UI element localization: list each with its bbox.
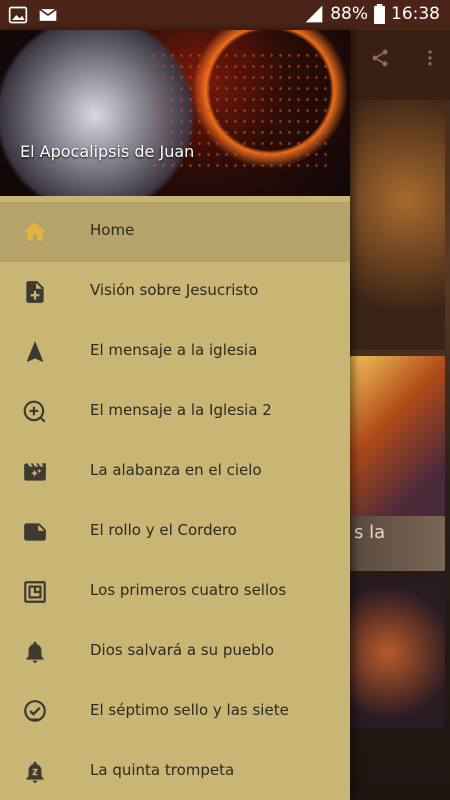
account-box-icon bbox=[24, 581, 46, 603]
menu-item-label: El rollo y el Cordero bbox=[90, 521, 237, 539]
menu-item-dios-salvara[interactable]: Dios salvará a su pueblo bbox=[0, 622, 350, 682]
menu-item-mensaje-iglesia[interactable]: El mensaje a la iglesia bbox=[0, 322, 350, 382]
share-icon[interactable] bbox=[370, 48, 390, 68]
battery-icon bbox=[374, 4, 385, 24]
snooze-bell-icon bbox=[26, 761, 44, 783]
home-icon bbox=[24, 222, 46, 241]
movie-filter-icon bbox=[24, 463, 46, 481]
menu-item-alabanza-cielo[interactable]: La alabanza en el cielo bbox=[0, 442, 350, 502]
bell-icon bbox=[26, 641, 44, 663]
menu-item-label: Visión sobre Jesucristo bbox=[90, 281, 259, 299]
navigation-arrow-icon bbox=[26, 341, 44, 362]
menu-item-vision-jesucristo[interactable]: Visión sobre Jesucristo bbox=[0, 262, 350, 322]
menu-item-rollo-cordero[interactable]: El rollo y el Cordero bbox=[0, 502, 350, 562]
drawer-header: El Apocalipsis de Juan bbox=[0, 30, 350, 196]
menu-item-label: El mensaje a la iglesia bbox=[90, 341, 258, 359]
menu-item-label: Los primeros cuatro sellos bbox=[90, 581, 287, 599]
more-vert-icon[interactable] bbox=[420, 48, 440, 68]
menu-item-label: Dios salvará a su pueblo bbox=[90, 641, 275, 659]
navigation-drawer: El Apocalipsis de Juan Home Visión sobre… bbox=[0, 30, 350, 800]
menu-item-septimo-sello[interactable]: El séptimo sello y las siete bbox=[0, 682, 350, 742]
bg-card-image[interactable] bbox=[350, 100, 445, 350]
battery-percent: 88% bbox=[330, 4, 368, 24]
status-bar: 88% 16:38 bbox=[0, 0, 450, 30]
toolbar-actions bbox=[370, 48, 440, 68]
image-notification-icon bbox=[8, 6, 28, 24]
note-add-icon bbox=[26, 281, 44, 303]
bg-card-image[interactable] bbox=[350, 578, 445, 728]
bg-card-image[interactable] bbox=[350, 356, 445, 516]
note-icon bbox=[24, 523, 46, 541]
check-circle-icon bbox=[24, 700, 46, 722]
menu-item-label: La alabanza en el cielo bbox=[90, 461, 262, 479]
menu-item-home[interactable]: Home bbox=[0, 202, 350, 262]
clock: 16:38 bbox=[391, 4, 440, 24]
menu-item-quinta-trompeta[interactable]: La quinta trompeta bbox=[0, 742, 350, 800]
add-circle-icon bbox=[23, 400, 46, 423]
drawer-menu: Home Visión sobre Jesucristo El mensaje … bbox=[0, 202, 350, 800]
mail-icon bbox=[39, 8, 57, 21]
drawer-title: El Apocalipsis de Juan bbox=[20, 142, 195, 161]
bg-card-caption[interactable]: s la bbox=[350, 516, 445, 571]
menu-item-label: El séptimo sello y las siete bbox=[90, 701, 289, 719]
signal-icon bbox=[305, 5, 323, 23]
menu-item-primeros-sellos[interactable]: Los primeros cuatro sellos bbox=[0, 562, 350, 622]
menu-item-label: El mensaje a la Iglesia 2 bbox=[90, 401, 272, 419]
menu-item-label: Home bbox=[90, 221, 135, 239]
menu-item-label: La quinta trompeta bbox=[90, 761, 235, 779]
menu-item-mensaje-iglesia-2[interactable]: El mensaje a la Iglesia 2 bbox=[0, 382, 350, 442]
